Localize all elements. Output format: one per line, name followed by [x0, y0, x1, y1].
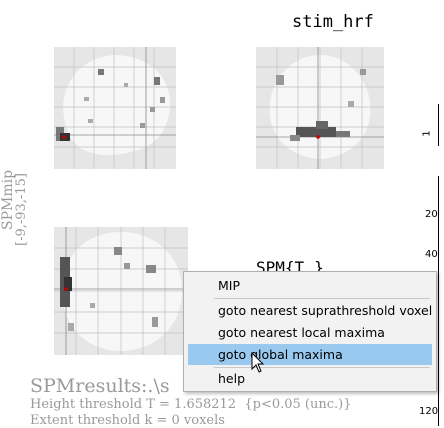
axis-tick-40: 40	[425, 249, 438, 260]
results-title: SPMresults:.\s	[30, 375, 170, 397]
glass-brain-coronal[interactable]	[256, 47, 384, 169]
menu-item-nearest-suprathreshold[interactable]: goto nearest suprathreshold voxel	[188, 300, 432, 321]
axis-line	[438, 176, 439, 426]
axis-tick-top: 1	[421, 130, 433, 137]
mouse-cursor-icon	[251, 351, 265, 378]
axis-tick-20: 20	[425, 209, 438, 220]
axis-tick-120: 120	[419, 406, 439, 417]
glass-brain-sagittal[interactable]	[54, 47, 176, 169]
menu-item-nearest-local-maxima[interactable]: goto nearest local maxima	[188, 322, 432, 343]
glass-brain-axial[interactable]	[54, 227, 188, 355]
axis-line-top	[438, 104, 439, 146]
context-menu: MIP goto nearest suprathreshold voxel go…	[183, 271, 437, 392]
menu-item-mip[interactable]: MIP	[188, 275, 432, 296]
menu-item-global-maxima[interactable]: goto global maxima	[188, 344, 432, 365]
height-threshold: Height threshold T = 1.658212 {p<0.05 (u…	[30, 397, 352, 412]
extent-threshold: Extent threshold k = 0 voxels	[30, 413, 225, 428]
coords-label: [-9,-93,-15]	[14, 173, 29, 246]
menu-item-help[interactable]: help	[188, 368, 432, 389]
menu-separator	[214, 298, 430, 299]
contrast-title: stim_hrf	[292, 12, 374, 32]
